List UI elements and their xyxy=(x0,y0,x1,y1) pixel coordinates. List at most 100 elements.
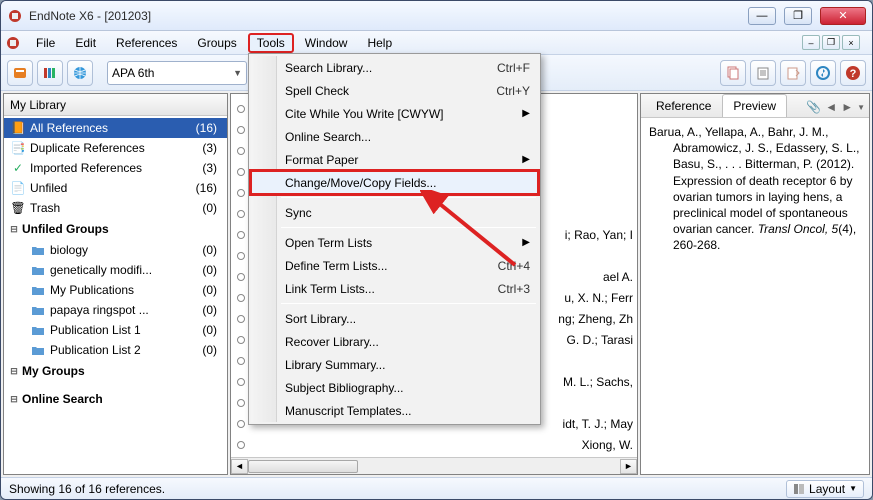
paperclip-icon[interactable]: 📎 xyxy=(806,100,821,114)
layout-button[interactable]: Layout ▼ xyxy=(786,480,864,498)
folder-icon: 📑 xyxy=(10,140,26,156)
read-indicator xyxy=(237,336,245,344)
scroll-thumb[interactable] xyxy=(248,460,358,473)
sync-button[interactable] xyxy=(810,60,836,86)
window-title: EndNote X6 - [201203] xyxy=(29,9,151,23)
globe-button[interactable] xyxy=(67,60,93,86)
group-unfiled[interactable]: ⊟Unfiled Groups xyxy=(4,218,227,240)
group-my[interactable]: ⊟My Groups xyxy=(4,360,227,382)
sidebar-item[interactable]: Publication List 2(0) xyxy=(4,340,227,360)
menu-library-summary[interactable]: Library Summary... xyxy=(251,353,538,376)
menu-sync[interactable]: Sync xyxy=(251,201,538,224)
style-select[interactable]: APA 6th ▼ xyxy=(107,61,247,85)
menu-file[interactable]: File xyxy=(27,33,64,53)
read-indicator xyxy=(237,441,245,449)
folder-icon: ✓ xyxy=(10,160,26,176)
tab-preview[interactable]: Preview xyxy=(722,94,787,117)
read-indicator xyxy=(237,189,245,197)
layout-icon xyxy=(793,483,805,495)
read-indicator xyxy=(237,210,245,218)
doc-icon xyxy=(5,35,21,51)
menu-references[interactable]: References xyxy=(107,33,186,53)
menu-online-search[interactable]: Online Search... xyxy=(251,125,538,148)
read-indicator xyxy=(237,378,245,386)
sidebar-item[interactable]: 📑Duplicate References(3) xyxy=(4,138,227,158)
minimize-button[interactable]: — xyxy=(748,7,776,25)
folder-icon xyxy=(30,242,46,258)
find-update-button[interactable] xyxy=(780,60,806,86)
new-ref-button[interactable] xyxy=(750,60,776,86)
menu-help[interactable]: Help xyxy=(358,33,401,53)
maximize-button[interactable]: ❐ xyxy=(784,7,812,25)
folder-icon xyxy=(30,282,46,298)
sidebar-item[interactable]: ✓Imported References(3) xyxy=(4,158,227,178)
preview-panel: Reference Preview 📎 ◄ ► ▼ Barua, A., Yel… xyxy=(640,93,870,475)
app-window: EndNote X6 - [201203] — ❐ ✕ File Edit Re… xyxy=(0,0,873,500)
sidebar-item[interactable]: biology(0) xyxy=(4,240,227,260)
read-indicator xyxy=(237,147,245,155)
read-indicator xyxy=(237,252,245,260)
read-indicator xyxy=(237,357,245,365)
preview-tabs: Reference Preview 📎 ◄ ► ▼ xyxy=(641,94,869,118)
scroll-right-button[interactable]: ► xyxy=(620,459,637,474)
folder-icon xyxy=(30,322,46,338)
sidebar-item[interactable]: papaya ringspot ...(0) xyxy=(4,300,227,320)
horizontal-scrollbar[interactable]: ◄ ► xyxy=(231,457,637,474)
close-button[interactable]: ✕ xyxy=(820,7,866,25)
tab-reference[interactable]: Reference xyxy=(645,94,722,117)
read-indicator xyxy=(237,231,245,239)
menu-cite[interactable]: Cite While You Write [CWYW]▶ xyxy=(251,102,538,125)
mdi-restore[interactable]: ❐ xyxy=(822,35,840,50)
menu-spell-check[interactable]: Spell CheckCtrl+Y xyxy=(251,79,538,102)
library-header: My Library xyxy=(4,94,227,116)
folder-icon: 📙 xyxy=(10,120,26,136)
menu-edit[interactable]: Edit xyxy=(66,33,105,53)
folder-icon: 📄 xyxy=(10,180,26,196)
chevron-down-icon: ▼ xyxy=(849,484,857,493)
next-icon[interactable]: ► xyxy=(841,100,853,114)
read-indicator xyxy=(237,273,245,281)
folder-icon: 🗑 xyxy=(10,200,26,216)
status-text: Showing 16 of 16 references. xyxy=(9,482,165,496)
menu-window[interactable]: Window xyxy=(296,33,357,53)
scroll-left-button[interactable]: ◄ xyxy=(231,459,248,474)
menu-recover-library[interactable]: Recover Library... xyxy=(251,330,538,353)
preview-body: Barua, A., Yellapa, A., Bahr, J. M., Abr… xyxy=(641,118,869,260)
menu-search-library[interactable]: Search Library...Ctrl+F xyxy=(251,56,538,79)
menu-groups[interactable]: Groups xyxy=(188,33,245,53)
menu-link-term[interactable]: Link Term Lists...Ctrl+3 xyxy=(251,277,538,300)
copy-button[interactable] xyxy=(720,60,746,86)
dropdown-icon[interactable]: ▼ xyxy=(857,103,865,112)
mdi-minimize[interactable]: – xyxy=(802,35,820,50)
menu-manuscript-templates[interactable]: Manuscript Templates... xyxy=(251,399,538,422)
sidebar-item[interactable]: genetically modifi...(0) xyxy=(4,260,227,280)
menu-open-term[interactable]: Open Term Lists▶ xyxy=(251,231,538,254)
menu-sort-library[interactable]: Sort Library... xyxy=(251,307,538,330)
sidebar-item[interactable]: Publication List 1(0) xyxy=(4,320,227,340)
app-icon xyxy=(7,8,23,24)
menu-subject-bibliography[interactable]: Subject Bibliography... xyxy=(251,376,538,399)
style-label: APA 6th xyxy=(112,66,154,80)
menu-format-paper[interactable]: Format Paper▶ xyxy=(251,148,538,171)
tools-menu-dropdown: Search Library...Ctrl+F Spell CheckCtrl+… xyxy=(248,53,541,425)
read-indicator xyxy=(237,315,245,323)
read-indicator xyxy=(237,105,245,113)
titlebar: EndNote X6 - [201203] — ❐ ✕ xyxy=(1,1,872,31)
mdi-close[interactable]: × xyxy=(842,35,860,50)
menu-change-move-copy[interactable]: Change/Move/Copy Fields... xyxy=(251,171,538,194)
prev-icon[interactable]: ◄ xyxy=(825,100,837,114)
sidebar-item[interactable]: My Publications(0) xyxy=(4,280,227,300)
sidebar-item[interactable]: 📙All References(16) xyxy=(4,118,227,138)
menu-define-term[interactable]: Define Term Lists...Ctrl+4 xyxy=(251,254,538,277)
mode-button[interactable] xyxy=(7,60,33,86)
read-indicator xyxy=(237,126,245,134)
group-online[interactable]: ⊟Online Search xyxy=(4,388,227,410)
library-sidebar: My Library 📙All References(16)📑Duplicate… xyxy=(3,93,228,475)
help-button[interactable]: ? xyxy=(840,60,866,86)
sidebar-item[interactable]: 🗑Trash(0) xyxy=(4,198,227,218)
books-button[interactable] xyxy=(37,60,63,86)
list-row[interactable]: Xiong, W. xyxy=(231,434,637,455)
status-bar: Showing 16 of 16 references. Layout ▼ xyxy=(1,477,872,499)
sidebar-item[interactable]: 📄Unfiled(16) xyxy=(4,178,227,198)
menu-tools[interactable]: Tools xyxy=(248,33,294,53)
